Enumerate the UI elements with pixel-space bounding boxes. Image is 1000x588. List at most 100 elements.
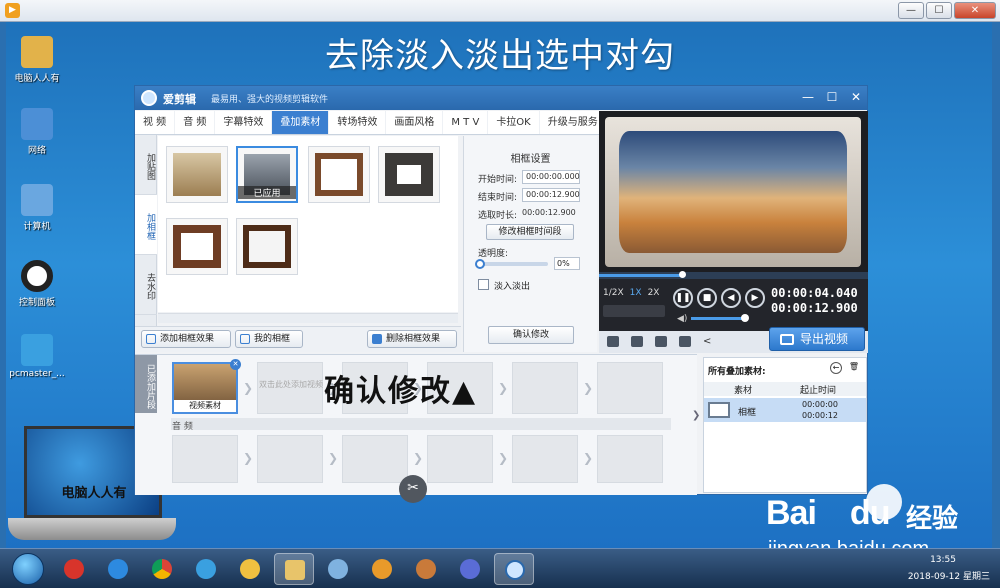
tab-overlay-material[interactable]: 叠加素材: [272, 111, 330, 134]
tab-picture-style[interactable]: 画面风格: [386, 111, 444, 134]
tab-karaoke[interactable]: 卡拉OK: [488, 111, 540, 134]
desktop-icon-pcmaster[interactable]: pcmaster_...: [8, 334, 66, 379]
frame-thumbnail[interactable]: [378, 146, 440, 203]
chrome-icon: [152, 559, 172, 579]
empty-clip-slot[interactable]: [512, 362, 578, 414]
remove-clip-icon[interactable]: ✕: [230, 359, 241, 370]
frame-gallery-scrollbar[interactable]: [158, 313, 458, 323]
tab-mtv[interactable]: M T V: [443, 111, 489, 134]
speed-half-button[interactable]: 1/2X: [603, 288, 624, 298]
system-tray[interactable]: 13:55 2018-09-12 星期三: [890, 555, 990, 583]
start-button[interactable]: [12, 553, 44, 585]
desktop-icon-label: 网络: [27, 146, 46, 156]
audio-slot[interactable]: [342, 435, 408, 483]
audio-slot[interactable]: [257, 435, 323, 483]
start-time-field[interactable]: 00:00:00.000: [522, 170, 580, 184]
taskbar-app-1[interactable]: [54, 553, 94, 585]
frame-thumbnail[interactable]: [166, 146, 228, 203]
chevron-right-icon: ❯: [243, 381, 254, 395]
speed-1x-button[interactable]: 1X: [630, 288, 642, 298]
taskbar-app-8[interactable]: [362, 553, 402, 585]
added-overlay-row[interactable]: 相框 00:00:00 00:00:12: [704, 398, 866, 422]
export-video-button[interactable]: 导出视频: [769, 327, 865, 351]
taskbar-app-10[interactable]: [450, 553, 490, 585]
taskbar-app-9[interactable]: [406, 553, 446, 585]
video-clip[interactable]: ✕ 视频素材: [172, 359, 241, 414]
frame-step-slider[interactable]: [603, 305, 665, 317]
outer-maximize-button[interactable]: ☐: [926, 2, 952, 19]
current-time: 00:00:04.040: [771, 286, 858, 300]
next-frame-button[interactable]: ▶: [745, 288, 765, 308]
scissors-icon[interactable]: ✂: [399, 475, 427, 503]
fade-in-out-checkbox[interactable]: [478, 279, 489, 290]
taskbar-app-4[interactable]: [186, 553, 226, 585]
desktop-icon-computer[interactable]: 计算机: [8, 184, 66, 232]
taskbar-app-7[interactable]: [318, 553, 358, 585]
volume-icon[interactable]: ◀): [677, 314, 687, 324]
desktop-icon-network[interactable]: 网络: [8, 108, 66, 156]
frame-thumbnail[interactable]: [166, 218, 228, 275]
tab-video[interactable]: 视 频: [135, 111, 176, 134]
player-app-icon[interactable]: ▶: [5, 3, 20, 18]
confirm-modify-button[interactable]: 确认修改: [488, 326, 574, 344]
outer-minimize-button[interactable]: —: [898, 2, 924, 19]
trash-icon[interactable]: 🗑: [848, 362, 860, 374]
open-folder-icon[interactable]: [631, 336, 643, 347]
modify-time-button[interactable]: 修改相框时间段: [486, 224, 574, 240]
frame-thumbnail-applied[interactable]: 已应用: [236, 146, 298, 203]
playback-progress-handle[interactable]: [679, 271, 687, 278]
delete-frame-button[interactable]: 删除相框效果: [367, 330, 457, 348]
end-time-field[interactable]: 00:00:12.900: [522, 188, 580, 202]
start-end-column-header: 起止时间: [800, 386, 837, 396]
add-frame-button-label: 添加相框效果: [160, 334, 215, 344]
outer-close-button[interactable]: ✕: [954, 2, 996, 19]
tab-subtitle-effects[interactable]: 字幕特效: [215, 111, 273, 134]
desktop-icon-user-folder[interactable]: 电脑人人有: [8, 36, 66, 84]
frame-thumbnail[interactable]: [308, 146, 370, 203]
frame-thumbnail-icon: [708, 402, 730, 418]
playback-progress-bar[interactable]: [599, 271, 868, 279]
my-frames-button[interactable]: 我的相框: [235, 330, 303, 348]
side-tab-add-sticker[interactable]: 加贴图: [135, 135, 157, 195]
audio-slot[interactable]: [172, 435, 238, 483]
audio-slot[interactable]: [427, 435, 493, 483]
side-tab-add-frame[interactable]: 加相框: [135, 195, 157, 255]
tab-transition-effects[interactable]: 转场特效: [329, 111, 387, 134]
taskbar-app-5[interactable]: [230, 553, 270, 585]
stop-button[interactable]: ■: [697, 288, 717, 308]
desktop-icon-control-panel[interactable]: 控制面板: [8, 260, 66, 308]
taskbar-explorer[interactable]: [274, 553, 314, 585]
baidu-logo-bai: Bai: [766, 494, 817, 532]
save-project-icon[interactable]: [607, 336, 619, 347]
share-icon[interactable]: <: [703, 336, 715, 347]
outer-window-controls: — ☐ ✕: [898, 2, 996, 19]
volume-slider[interactable]: [691, 317, 746, 320]
app-minimize-button[interactable]: —: [801, 89, 815, 105]
empty-clip-slot[interactable]: [597, 362, 663, 414]
help-icon[interactable]: [679, 336, 691, 347]
audio-slot[interactable]: [512, 435, 578, 483]
prev-frame-button[interactable]: ◀: [721, 288, 741, 308]
opacity-slider-handle[interactable]: [475, 259, 485, 269]
taskbar-ie[interactable]: [98, 553, 138, 585]
side-tab-remove-watermark[interactable]: 去水印: [135, 255, 157, 315]
add-frame-button[interactable]: 添加相框效果: [141, 330, 231, 348]
ie-icon: [108, 559, 128, 579]
tab-audio[interactable]: 音 频: [175, 111, 216, 134]
taskbar-chrome[interactable]: [142, 553, 182, 585]
speed-2x-button[interactable]: 2X: [648, 288, 660, 298]
save-icon[interactable]: [655, 336, 667, 347]
audio-slot[interactable]: [597, 435, 663, 483]
frame-thumbnail[interactable]: [236, 218, 298, 275]
tab-upgrade-service[interactable]: 升级与服务: [540, 111, 607, 134]
volume-slider-handle[interactable]: [741, 314, 750, 322]
collapse-panel-icon[interactable]: ❯: [692, 410, 702, 436]
empty-clip-slot[interactable]: 双击此处添加视频: [257, 362, 323, 414]
opacity-slider[interactable]: [475, 259, 548, 269]
taskbar-aijianji[interactable]: [494, 553, 534, 585]
pause-button[interactable]: ❚❚: [673, 288, 693, 308]
back-icon[interactable]: ←: [830, 362, 842, 374]
opacity-value-field[interactable]: 0%: [554, 257, 580, 270]
app-close-button[interactable]: ✕: [849, 89, 863, 105]
app-maximize-button[interactable]: ☐: [825, 89, 839, 105]
